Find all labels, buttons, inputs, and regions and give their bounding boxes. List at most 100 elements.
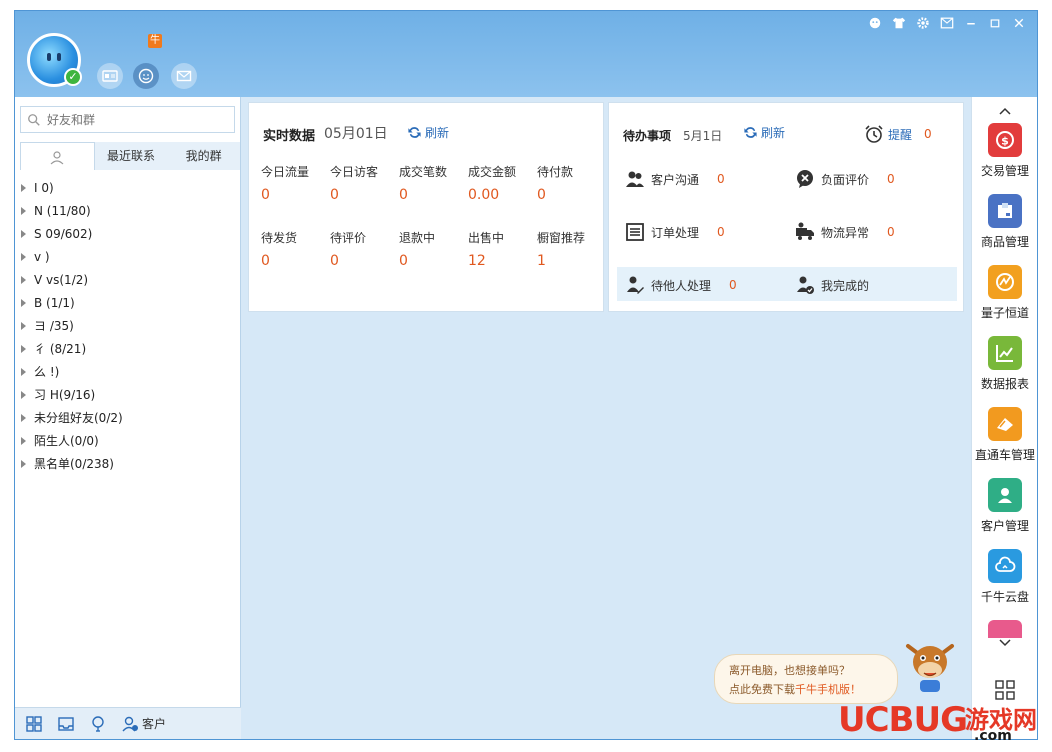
friend-group-list: I 0) N (11/80) S 09/602) v ) V vs(1/2) B… <box>21 177 236 476</box>
group-item[interactable]: B (1/1) <box>21 292 236 315</box>
customer-person-icon <box>988 478 1022 512</box>
todo-count: 0 <box>729 278 737 292</box>
todo-refresh-button[interactable]: 刷新 <box>743 124 785 141</box>
add-contact-icon[interactable] <box>89 715 107 733</box>
todo-count: 0 <box>887 225 895 239</box>
cow-mascot-icon[interactable] <box>902 632 958 696</box>
group-label: B (1/1) <box>34 296 75 310</box>
metric-window-recommend[interactable]: 橱窗推荐 1 <box>537 229 603 269</box>
contacts-face-button[interactable] <box>133 63 159 89</box>
tab-my-groups[interactable]: 我的群 <box>167 142 241 170</box>
search-box[interactable] <box>20 106 235 133</box>
realtime-data-card: 实时数据 05月01日 刷新 今日流量 0 今日访客 0 成交笔数 0 成交金额 0.0… <box>248 102 604 312</box>
refresh-icon <box>744 127 757 138</box>
more-apps-grid-icon[interactable] <box>994 679 1016 701</box>
group-label: 未分组好友(0/2) <box>34 411 123 425</box>
group-item[interactable]: v ) <box>21 246 236 269</box>
group-item[interactable]: 么 !) <box>21 361 236 384</box>
metric-value: 0 <box>399 187 408 203</box>
group-item[interactable]: 习 H(9/16) <box>21 384 236 407</box>
group-item[interactable]: 陌生人(0/0) <box>21 430 236 453</box>
metric-label: 退款中 <box>399 231 436 245</box>
contact-card-button[interactable] <box>97 63 123 89</box>
minimize-icon[interactable] <box>963 15 979 31</box>
group-item[interactable]: 黑名单(0/238) <box>21 453 236 476</box>
metric-deal-count[interactable]: 成交笔数 0 <box>399 163 465 203</box>
group-item[interactable]: V vs(1/2) <box>21 269 236 292</box>
metric-pending-shipment[interactable]: 待发货 0 <box>261 229 327 269</box>
group-item[interactable]: I 0) <box>21 177 236 200</box>
remind-button[interactable]: 提醒 0 <box>864 124 932 144</box>
app-through-train[interactable]: 直通车管理 <box>972 407 1037 463</box>
metric-on-sale[interactable]: 出售中 12 <box>468 229 534 269</box>
app-data-reports[interactable]: 数据报表 <box>972 336 1037 392</box>
cloud-icon <box>988 549 1022 583</box>
app-quantum-hengdao[interactable]: 量子恒道 <box>972 265 1037 321</box>
customer-label: 客户 <box>142 717 167 731</box>
niu-badge[interactable]: 牛 <box>148 34 162 48</box>
app-label: 商品管理 <box>980 235 1029 249</box>
group-item[interactable]: N (11/80) <box>21 200 236 223</box>
todo-pending-others[interactable]: 待他人处理 0 <box>625 275 737 295</box>
todo-count: 0 <box>717 225 725 239</box>
refresh-label: 刷新 <box>761 126 786 140</box>
todo-order-processing[interactable]: 订单处理 0 <box>625 222 725 242</box>
todo-negative-review[interactable]: 负面评价 0 <box>795 169 895 189</box>
user-avatar[interactable]: ✓ <box>27 33 82 87</box>
search-input[interactable] <box>47 110 227 129</box>
app-customer-management[interactable]: 客户管理 <box>972 478 1037 534</box>
watermark-domain: .com <box>974 728 1012 744</box>
group-label: V vs(1/2) <box>34 273 89 287</box>
todo-label: 物流异常 <box>821 225 870 240</box>
group-item[interactable]: S 09/602) <box>21 223 236 246</box>
metric-today-visitors[interactable]: 今日访客 0 <box>330 163 396 203</box>
customer-button[interactable]: 客户 <box>121 715 166 733</box>
tab-recent[interactable]: 最近联系 <box>94 142 168 170</box>
group-item[interactable]: 未分组好友(0/2) <box>21 407 236 430</box>
expand-arrow-icon <box>21 207 26 215</box>
app-cloud-disk[interactable]: 千牛云盘 <box>972 549 1037 605</box>
todo-label: 我完成的 <box>821 278 870 293</box>
todo-completed-by-me[interactable]: 我完成的 <box>795 275 869 295</box>
app-trade-management[interactable]: $ 交易管理 <box>972 123 1037 179</box>
tab-friends[interactable] <box>20 142 95 170</box>
chevron-up-icon[interactable] <box>998 105 1012 119</box>
metric-deal-amount[interactable]: 成交金额 0.00 <box>468 163 534 203</box>
metric-refunding[interactable]: 退款中 0 <box>399 229 465 269</box>
close-icon[interactable] <box>1011 15 1027 31</box>
promo-prefix: 点此免费下载 <box>729 683 795 696</box>
mascot-icon[interactable] <box>867 15 883 31</box>
inbox-icon[interactable] <box>57 715 75 733</box>
metric-pending-review[interactable]: 待评价 0 <box>330 229 396 269</box>
apps-grid-icon[interactable] <box>25 715 43 733</box>
chevron-down-icon[interactable] <box>998 635 1012 649</box>
realtime-refresh-button[interactable]: 刷新 <box>407 124 449 141</box>
metric-today-traffic[interactable]: 今日流量 0 <box>261 163 327 203</box>
maximize-icon[interactable] <box>987 15 1003 31</box>
quantum-chart-icon <box>988 265 1022 299</box>
todo-customer-communication[interactable]: 客户沟通 0 <box>625 169 725 189</box>
group-item[interactable]: 彳 (8/21) <box>21 338 236 361</box>
app-product-management[interactable]: 商品管理 <box>972 194 1037 250</box>
truck-icon <box>796 222 814 240</box>
metric-pending-payment[interactable]: 待付款 0 <box>537 163 603 203</box>
mail-button[interactable] <box>171 63 197 89</box>
mobile-download-promo[interactable]: 离开电脑，也想接单吗？ 点此免费下载千牛手机版！ <box>714 654 898 704</box>
metric-label: 待付款 <box>537 165 574 179</box>
person-icon <box>50 150 64 164</box>
expand-arrow-icon <box>21 368 26 376</box>
app-label: 交易管理 <box>980 164 1029 178</box>
smiley-icon <box>138 68 154 84</box>
group-label: I 0) <box>34 181 54 195</box>
id-card-icon <box>102 70 118 82</box>
gear-icon[interactable] <box>915 15 931 31</box>
group-item[interactable]: ヨ /35) <box>21 315 236 338</box>
skin-shirt-icon[interactable] <box>891 15 907 31</box>
metric-value: 0 <box>261 187 270 203</box>
svg-text:$: $ <box>1001 135 1009 148</box>
group-label: 么 !) <box>34 365 60 379</box>
metric-label: 今日访客 <box>330 165 379 179</box>
message-box-icon[interactable] <box>939 15 955 31</box>
todo-logistics-exception[interactable]: 物流异常 0 <box>795 222 895 242</box>
customer-icon <box>122 716 138 731</box>
